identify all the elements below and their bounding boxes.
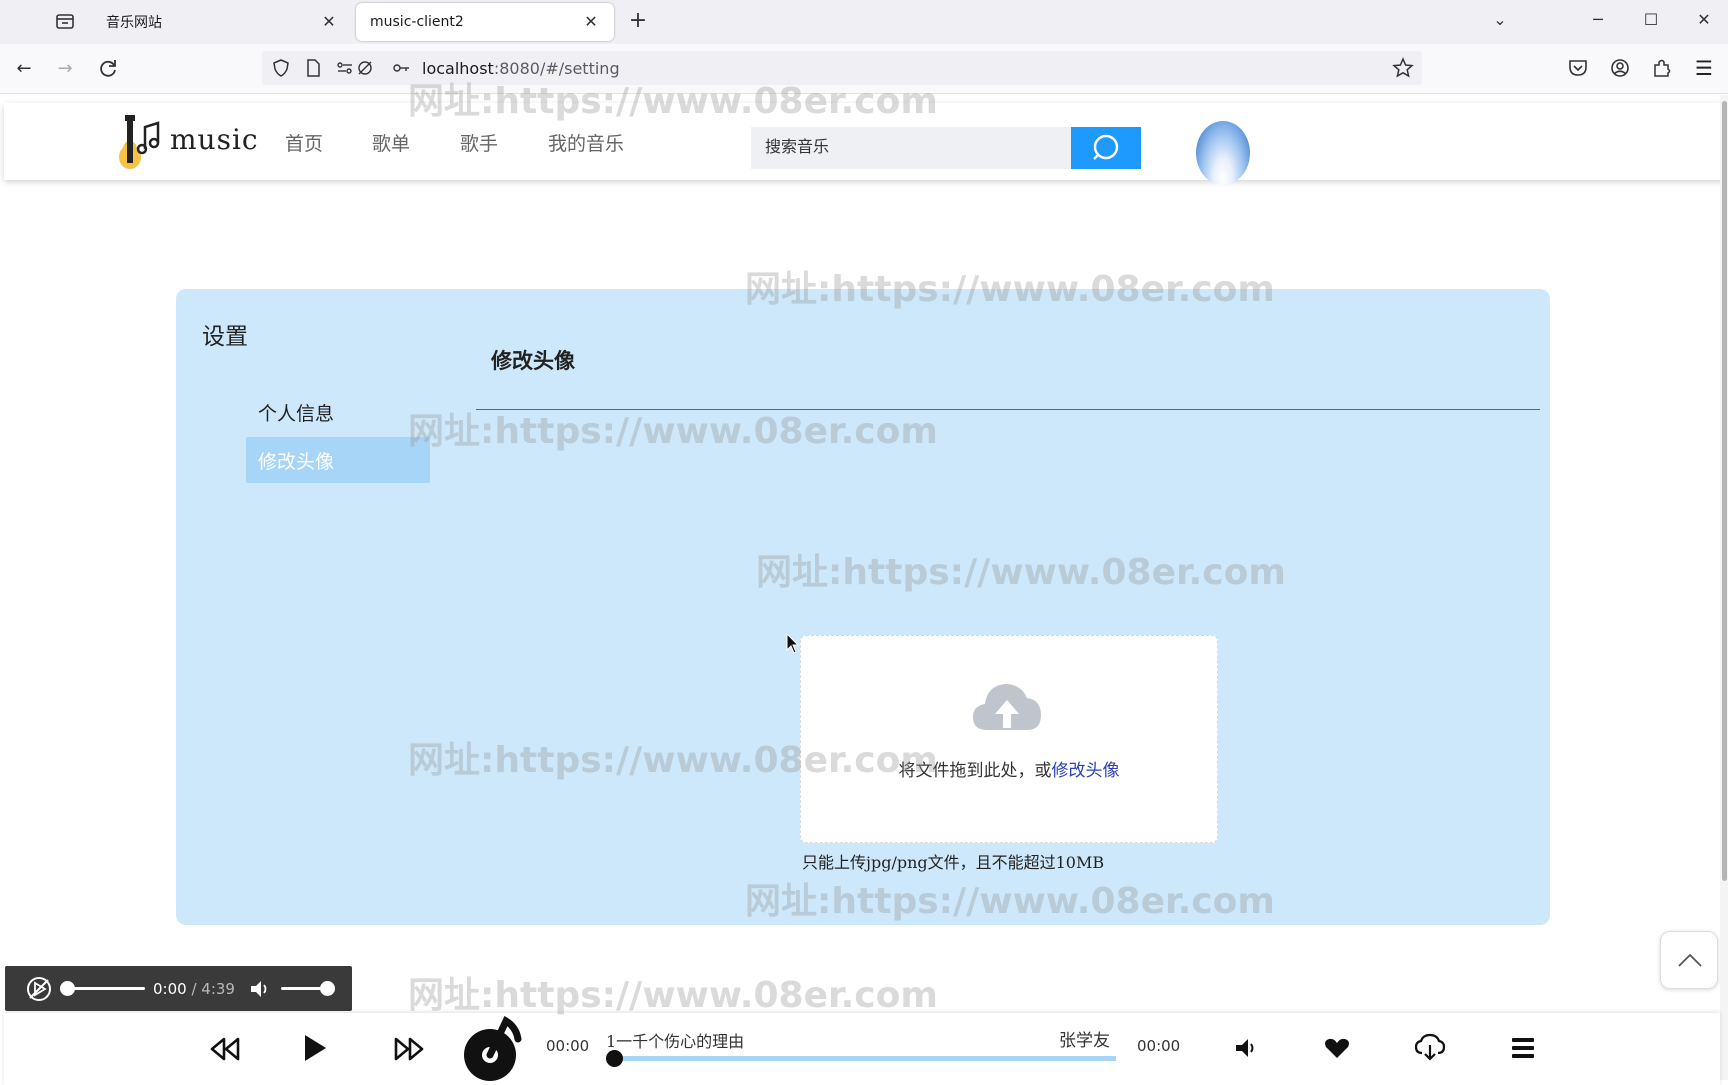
tracking-blocked-icon[interactable] <box>356 59 374 77</box>
close-tab-icon[interactable]: ✕ <box>320 13 338 31</box>
logo-text[interactable]: music <box>170 123 259 156</box>
upload-tip: 只能上传jpg/png文件，且不能超过10MB <box>802 853 1105 872</box>
user-avatar[interactable] <box>1196 121 1250 185</box>
browser-nav-bar: ← → localhost:8080/#/setting ☰ <box>0 44 1728 94</box>
audio-time: 0:00 / 4:39 <box>153 980 235 998</box>
nav-singers[interactable]: 歌手 <box>460 129 498 156</box>
audio-total: / 4:39 <box>191 980 235 998</box>
pocket-icon[interactable] <box>1567 57 1589 79</box>
browser-tab-active[interactable]: music-client2 ✕ <box>356 3 614 41</box>
scrollbar-thumb[interactable] <box>1722 101 1727 881</box>
upload-text: 将文件拖到此处，或 <box>898 761 1052 781</box>
tab-title: music-client2 <box>370 14 464 30</box>
web-page: music 首页 歌单 歌手 我的音乐 设置 个人信息 修改头像 修改头像 将文… <box>0 95 1728 1080</box>
back-icon[interactable]: ← <box>12 57 36 81</box>
volume-icon[interactable] <box>1234 1037 1260 1059</box>
new-tab-button[interactable]: + <box>626 8 650 33</box>
site-header: music 首页 歌单 歌手 我的音乐 <box>4 103 1724 185</box>
settings-title: 设置 <box>202 324 248 350</box>
browser-tab[interactable]: 音乐网站 ✕ <box>92 3 352 41</box>
volume-icon[interactable] <box>249 979 271 999</box>
chevron-up-icon <box>1678 953 1702 967</box>
close-tab-icon[interactable]: ✕ <box>582 13 600 31</box>
song-title: 1一千个伤心的理由 <box>606 1032 745 1051</box>
playlist-menu-icon[interactable] <box>1510 1035 1536 1061</box>
url-path: :8080/#/setting <box>493 59 620 78</box>
audio-control: 0:00 / 4:39 <box>5 966 352 1011</box>
progress-bar[interactable] <box>616 1056 1116 1061</box>
shield-icon[interactable] <box>272 59 290 77</box>
upload-link[interactable]: 修改头像 <box>1052 761 1120 781</box>
forward-icon[interactable]: → <box>53 57 77 81</box>
progress-knob[interactable] <box>606 1050 623 1067</box>
previous-icon[interactable] <box>210 1037 240 1061</box>
upload-instructions: 将文件拖到此处，或修改头像 <box>801 756 1217 781</box>
close-window-button[interactable]: ✕ <box>1692 10 1716 29</box>
page-scrollbar[interactable] <box>1720 95 1728 1080</box>
key-icon[interactable] <box>392 59 410 77</box>
guitar-logo-icon[interactable] <box>114 113 174 173</box>
maximize-button[interactable]: ☐ <box>1639 10 1663 29</box>
search-input[interactable] <box>751 127 1071 169</box>
extensions-icon[interactable] <box>1651 57 1673 79</box>
duration: 00:00 <box>1137 1037 1181 1055</box>
tab-list-icon[interactable] <box>55 12 75 30</box>
reload-icon[interactable] <box>96 57 120 81</box>
account-icon[interactable] <box>1609 57 1631 79</box>
audio-seek-track[interactable] <box>65 987 145 990</box>
search-button[interactable] <box>1071 127 1141 169</box>
section-title: 修改头像 <box>491 348 575 373</box>
next-icon[interactable] <box>394 1037 424 1061</box>
permissions-icon[interactable] <box>336 59 354 77</box>
heart-icon[interactable] <box>1324 1037 1350 1059</box>
menu-icon[interactable]: ☰ <box>1693 57 1715 79</box>
minimize-button[interactable]: ─ <box>1586 10 1610 29</box>
nav-my-music[interactable]: 我的音乐 <box>548 129 624 156</box>
menu-item-personal-info[interactable]: 个人信息 <box>246 391 430 433</box>
play-disabled-icon[interactable] <box>25 976 53 1002</box>
avatar-upload-dropzone[interactable]: 将文件拖到此处，或修改头像 <box>800 635 1218 843</box>
list-all-tabs-icon[interactable]: ⌄ <box>1488 10 1512 29</box>
play-icon[interactable] <box>302 1033 328 1063</box>
page-icon[interactable] <box>304 59 322 77</box>
address-bar[interactable]: localhost:8080/#/setting <box>262 51 1422 85</box>
settings-panel: 设置 个人信息 修改头像 修改头像 将文件拖到此处，或修改头像 只能上传jpg/… <box>176 289 1550 925</box>
volume-knob[interactable] <box>320 981 335 996</box>
cloud-upload-icon <box>973 684 1041 730</box>
search-icon <box>1093 134 1119 160</box>
menu-item-change-avatar[interactable]: 修改头像 <box>246 437 430 483</box>
audio-current: 0:00 <box>153 980 187 998</box>
browser-tab-bar: 音乐网站 ✕ music-client2 ✕ + ⌄ ─ ☐ ✕ <box>0 0 1728 44</box>
current-time: 00:00 <box>546 1037 590 1055</box>
back-to-top-button[interactable] <box>1660 931 1718 989</box>
url-host: localhost <box>422 59 494 78</box>
song-artist: 张学友 <box>1059 1031 1110 1051</box>
play-bar: 00:00 1一千个伤心的理由 张学友 00:00 <box>4 1013 1720 1085</box>
url-text[interactable]: localhost:8080/#/setting <box>422 59 620 78</box>
nav-playlists[interactable]: 歌单 <box>372 129 410 156</box>
nav-home[interactable]: 首页 <box>285 129 323 156</box>
music-note-cover-icon[interactable] <box>456 1015 526 1083</box>
mouse-cursor-icon <box>786 633 800 654</box>
bookmark-star-icon[interactable] <box>1392 57 1414 79</box>
cloud-download-icon[interactable] <box>1414 1033 1446 1061</box>
section-divider <box>476 409 1540 410</box>
tab-title: 音乐网站 <box>106 15 162 31</box>
audio-seek-knob[interactable] <box>60 981 75 996</box>
